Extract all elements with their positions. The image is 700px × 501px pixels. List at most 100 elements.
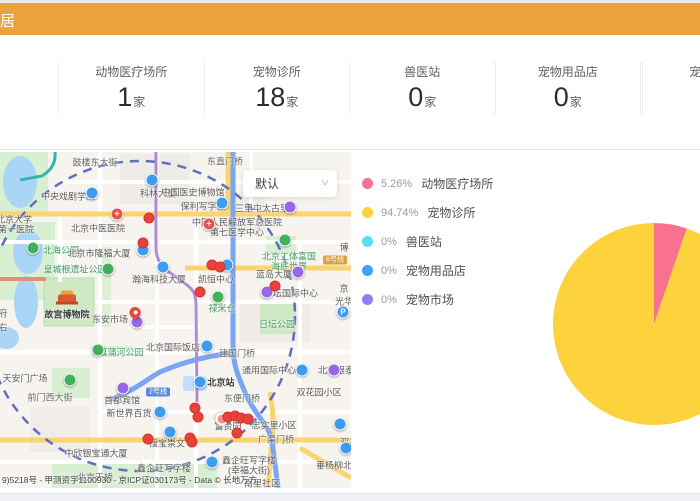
poi-cross-icon (111, 208, 124, 221)
data-marker-0[interactable] (144, 213, 155, 224)
stat-value: 0家 (641, 81, 700, 118)
legend-item-4[interactable]: 0% 宠物市场 (362, 285, 493, 314)
data-marker-14[interactable] (143, 434, 154, 445)
legend-label: 宠物市场 (406, 291, 454, 308)
data-marker-7[interactable] (193, 412, 204, 423)
stats-divider (642, 62, 643, 112)
stat-card-4: 宠物市场0家 (640, 62, 700, 114)
stat-label: 动物医疗场所 (59, 64, 204, 80)
stat-label: 宠物诊所 (205, 64, 350, 80)
map-copyright: 9)5218号 - 甲测资字1100930 - 京ICP证030173号 - D… (2, 474, 257, 486)
map-label: 第一医院 (0, 223, 34, 236)
map-label: 皇城根遗址公园 (43, 263, 106, 276)
legend-label: 动物医疗场所 (421, 175, 493, 192)
data-marker-12[interactable] (243, 414, 254, 425)
map-label: 中欣银宝通大厦 (64, 447, 127, 460)
poi-green-icon (27, 242, 40, 255)
map-label: 建国门桥 (219, 347, 255, 360)
legend-percent: 0% (381, 265, 397, 277)
map-label: 鼓楼东大街 (72, 156, 117, 169)
map-style-dropdown[interactable]: 默认 ˅ (243, 170, 337, 197)
app-title-partial: 居 (0, 10, 16, 31)
legend-label: 宠物用品店 (406, 262, 466, 279)
poi-blue-icon (201, 340, 214, 353)
map-overlay: 鼓楼东大街东直门桥中央戏剧学院科林大厦中国医史博物馆保利写字楼三里屯太古里北京大… (0, 152, 351, 488)
poi-blue-icon (86, 187, 99, 200)
stat-label: 宠物用品店 (496, 64, 641, 80)
map-label: 东安市场 (92, 313, 128, 326)
legend-percent: 5.26% (381, 178, 412, 190)
poi-green-icon (92, 344, 105, 357)
map-label: 凯恒中心 (198, 273, 234, 286)
chevron-down-icon: ˅ (321, 178, 329, 189)
subway-line-badge: 6号线 (323, 256, 347, 265)
data-marker-4[interactable] (195, 287, 206, 298)
section-divider (0, 149, 700, 150)
map-label: 前门西大街 (27, 391, 72, 404)
legend-dot-icon (362, 236, 373, 247)
map-label: 东直门桥 (207, 155, 243, 168)
map-label: 故宫博物院 (44, 308, 89, 321)
stat-value: 18家 (205, 81, 350, 118)
poi-green-icon (212, 291, 225, 304)
stat-card-3: 宠物用品店0家 (495, 62, 641, 114)
poi-purple-icon (292, 266, 305, 279)
data-marker-1[interactable] (138, 238, 149, 249)
poi-purple-icon (328, 364, 341, 377)
poi-blue-icon (206, 456, 219, 469)
legend-item-1[interactable]: 94.74%宠物诊所 (362, 198, 493, 227)
poi-purple-icon (117, 382, 130, 395)
legend-dot-icon (362, 294, 373, 305)
map-label: 北京国际饭店 (146, 341, 200, 354)
map-canvas[interactable]: 鼓楼东大街东直门桥中央戏剧学院科林大厦中国医史博物馆保利写字楼三里屯太古里北京大… (0, 152, 351, 488)
legend-percent: 94.74% (381, 207, 418, 219)
map-label: 新世界百货 (106, 407, 151, 420)
data-marker-5[interactable] (270, 281, 281, 292)
data-marker-15[interactable] (187, 437, 198, 448)
map-label: 首都宾馆 (104, 394, 140, 407)
stat-card-1: 宠物诊所18家 (204, 62, 350, 114)
data-marker-16[interactable] (232, 428, 243, 439)
legend-percent: 0% (381, 294, 397, 306)
map-label: 蓝岛大厦 (256, 268, 292, 281)
poi-blue-icon (334, 418, 347, 431)
map-label: 京 (339, 282, 348, 295)
stat-label: 宠物市场 (641, 64, 700, 80)
map-label: 瀚海科技大厦 (132, 273, 186, 286)
pie-chart[interactable] (553, 223, 700, 425)
poi-green-icon (279, 234, 292, 247)
map-label: 忠实里小区 (251, 419, 296, 432)
map-label: 垂杨柳北 (316, 459, 351, 472)
poi-blue-icon (146, 174, 159, 187)
dashboard-page: { "header": { "title_partial": "居" }, "s… (0, 0, 700, 500)
map-label: 右 (0, 321, 8, 334)
map-label: 日坛公园 (259, 318, 295, 331)
poi-purple-icon (284, 201, 297, 214)
map-label: 东便门桥 (224, 392, 260, 405)
data-marker-3[interactable] (215, 262, 226, 273)
legend-dot-icon (362, 265, 373, 276)
map-label: 天安门广场 (2, 372, 47, 385)
legend-item-0[interactable]: 5.26% 动物医疗场所 (362, 169, 493, 198)
legend-dot-icon (362, 178, 373, 189)
poi-blue-icon (340, 442, 352, 455)
poi-blue-icon (164, 426, 177, 439)
map-label: 中国医史博物馆 (161, 186, 224, 199)
poi-blue-icon (157, 261, 170, 274)
map-label: 搜宝崇文 (149, 437, 185, 450)
stat-value: 0家 (496, 81, 641, 118)
app-header: 居 (0, 3, 700, 35)
map-label: 北京站 (207, 376, 234, 389)
legend-dot-icon (362, 207, 373, 218)
subway-line-badge: 2号线 (146, 388, 170, 397)
stat-label: 兽医站 (350, 64, 495, 80)
map-label: 北京市隆福大厦 (67, 247, 130, 260)
poi-blue-icon: P (337, 306, 350, 319)
legend-item-3[interactable]: 0% 宠物用品店 (362, 256, 493, 285)
poi-cross-icon (203, 218, 216, 231)
map-label: 广渠门桥 (258, 433, 294, 446)
legend-item-2[interactable]: 0%兽医站 (362, 227, 493, 256)
poi-green-icon (102, 263, 115, 276)
legend-label: 兽医站 (406, 233, 442, 250)
poi-blue-icon (154, 406, 167, 419)
